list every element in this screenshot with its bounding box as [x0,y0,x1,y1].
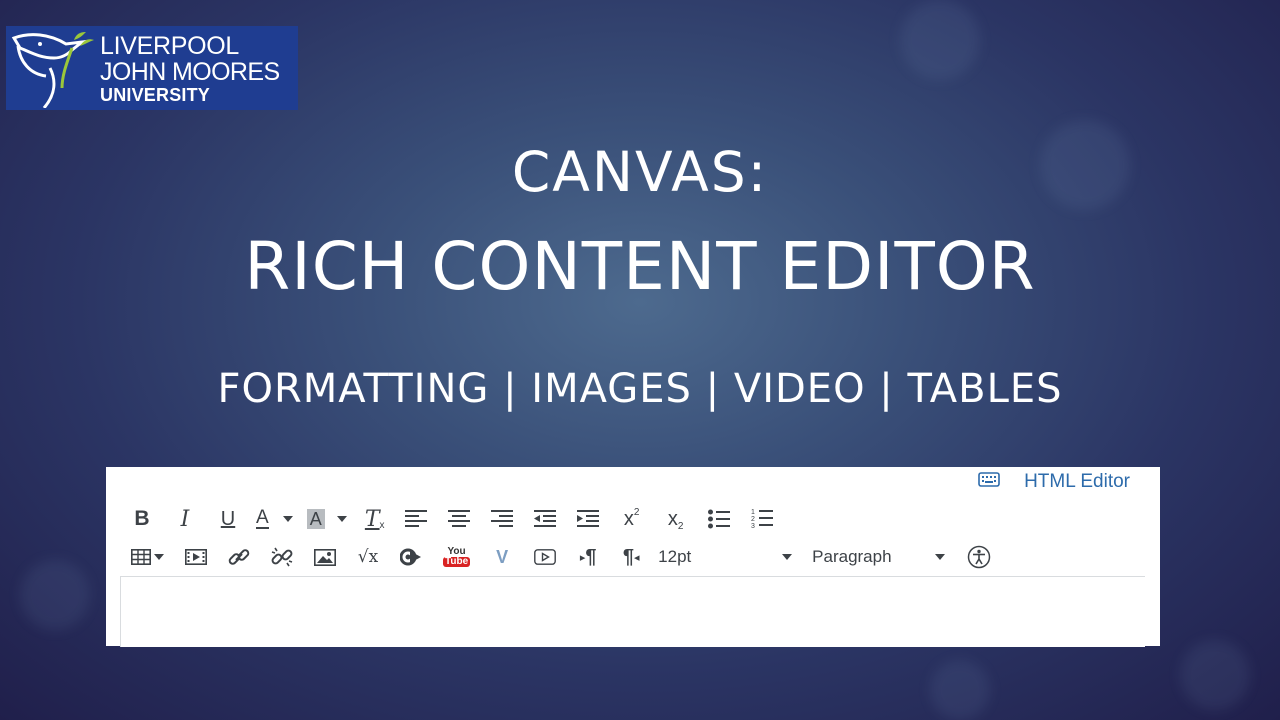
table-button[interactable] [131,542,164,572]
media-icon [185,549,207,565]
background-bokeh [1180,640,1250,710]
slide-subtitle: FORMATTING | IMAGES | VIDEO | TABLES [217,366,1063,412]
table-caret-icon [154,554,164,560]
underline-icon: U [220,507,236,530]
lti-tool-icon [400,548,421,566]
subscript-2-icon: 2 [677,520,684,532]
background-color-button[interactable]: A [306,504,347,534]
logo-text-line3: UNIVERSITY [100,85,211,105]
bullet-list-button[interactable] [707,504,730,534]
align-left-icon [404,510,427,527]
accessibility-checker-button[interactable] [967,542,991,572]
university-logo: LIVERPOOL JOHN MOORES UNIVERSITY [6,26,298,110]
clear-formatting-icon: T [364,506,380,532]
liverbird-logo-icon [11,32,94,108]
image-button[interactable] [314,542,336,572]
rtl-arrow-icon: ◂ [633,551,640,564]
ltr-button[interactable]: ▸ ¶ [577,542,599,572]
italic-button[interactable]: I [174,504,196,534]
vimeo-icon: V [496,546,509,567]
logo-text-line2: JOHN MOORES [100,58,280,86]
image-icon [314,548,336,566]
block-format-select[interactable]: Paragraph [812,542,946,572]
clear-formatting-x-icon: x [379,519,385,531]
align-right-button[interactable] [490,504,513,534]
unlink-button[interactable] [271,542,293,572]
font-size-select[interactable]: 12pt [658,542,793,572]
youtube-tube-text: Tube [443,556,471,567]
numbered-list-button[interactable]: 123 [751,504,773,534]
text-color-button[interactable]: A [256,504,293,534]
subscript-button[interactable]: x 2 [665,504,687,534]
rtl-icon: ¶ [622,545,634,568]
superscript-2-icon: 2 [633,506,640,518]
rtl-button[interactable]: ¶ ◂ [620,542,642,572]
link-icon [228,549,250,565]
align-center-button[interactable] [447,504,470,534]
superscript-icon: x [623,507,634,530]
numbered-list-icon: 123 [751,509,773,530]
svg-text:3: 3 [751,523,755,530]
background-color-caret-icon [336,516,347,522]
lti-tool-button[interactable] [400,542,422,572]
accessibility-icon [967,545,991,569]
superscript-button[interactable]: x 2 [621,504,643,534]
toolbar-row-insert: √x You Tube V ▸ ¶ ¶ ◂ 12pt Paragraph [131,540,991,574]
svg-text:2: 2 [751,516,755,523]
unlink-icon [271,547,293,567]
background-bokeh [20,560,90,630]
keyboard-icon [978,471,1000,493]
html-editor-label: HTML Editor [1024,471,1130,492]
align-center-icon [447,510,470,527]
text-color-caret-icon [282,516,293,522]
editor-content-area[interactable] [120,576,1145,647]
record-media-icon [534,549,557,565]
italic-icon: I [180,506,190,532]
record-media-button[interactable] [534,542,557,572]
youtube-button[interactable]: You Tube [443,542,471,572]
math-equation-icon: √x [357,547,379,567]
align-left-button[interactable] [404,504,427,534]
toolbar-row-formatting: B I U A A T x x 2 x 2 1 2 3 [131,502,773,536]
rich-content-editor: HTML Editor B I U A A T x x 2 x 2 1 2 3 … [106,467,1160,647]
clear-formatting-button[interactable]: T x [364,504,386,534]
outdent-icon [533,510,556,527]
svg-text:1: 1 [751,509,755,516]
outdent-button[interactable] [533,504,556,534]
font-size-value: 12pt [658,547,692,566]
bold-icon: B [134,507,150,530]
media-button[interactable] [185,542,207,572]
block-format-caret-icon [935,554,946,560]
align-right-icon [490,510,513,527]
indent-button[interactable] [576,504,599,534]
font-size-caret-icon [782,554,793,560]
ltr-icon: ¶ [585,545,597,568]
subscript-icon: x [667,507,678,530]
indent-icon [576,510,599,527]
vimeo-button[interactable]: V [491,542,513,572]
logo-text-line1: LIVERPOOL [100,32,240,60]
table-icon [131,549,151,565]
underline-button[interactable]: U [217,504,239,534]
math-equation-button[interactable]: √x [357,542,379,572]
youtube-icon: You Tube [443,547,471,567]
slide-title: CANVAS: [511,140,769,204]
slide-heading: RICH CONTENT EDITOR [244,228,1036,305]
bullet-list-icon [707,509,730,529]
block-format-value: Paragraph [812,547,892,566]
link-button[interactable] [228,542,250,572]
html-editor-link[interactable]: HTML Editor [978,471,1130,493]
bold-button[interactable]: B [131,504,153,534]
text-color-icon: A [256,507,269,529]
background-bokeh [930,660,990,720]
background-bokeh [900,0,980,80]
background-color-icon: A [306,509,325,529]
